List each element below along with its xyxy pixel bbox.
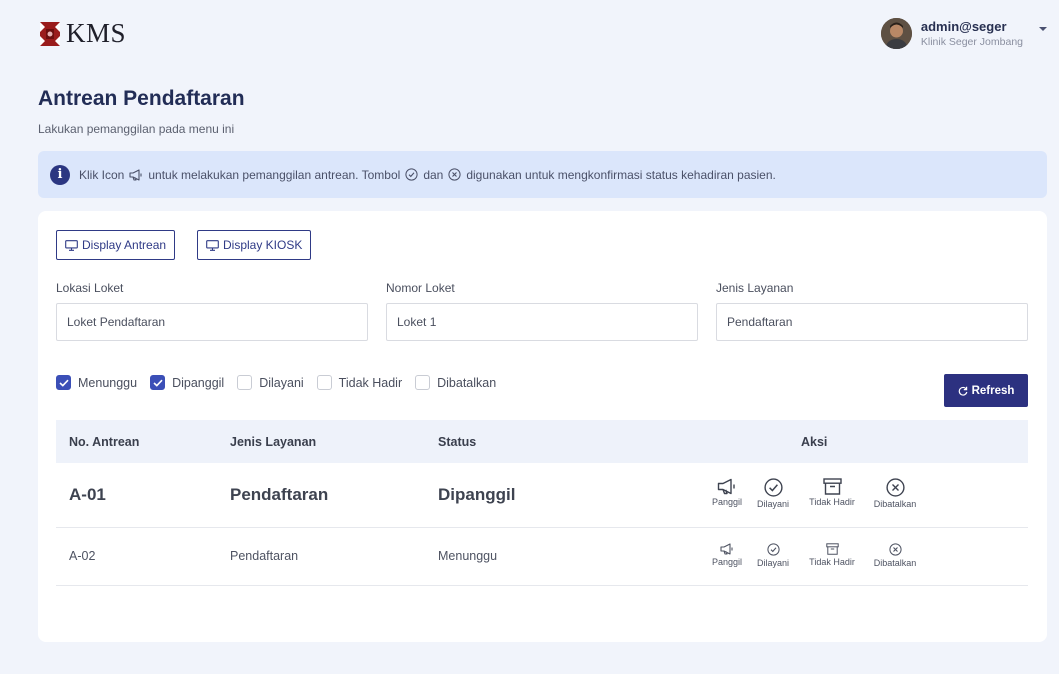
dibatalkan-button[interactable]: Dibatalkan bbox=[870, 478, 920, 509]
queue-status: Dipanggil bbox=[438, 485, 516, 504]
megaphone-icon bbox=[720, 543, 733, 555]
filter-dilayani[interactable]: Dilayani bbox=[237, 375, 304, 390]
check-circle-icon bbox=[766, 543, 780, 556]
brand-logo[interactable]: KMS bbox=[38, 18, 126, 49]
column-header-no: No. Antrean bbox=[69, 435, 140, 449]
checkbox-checked[interactable] bbox=[150, 375, 166, 390]
action-label: Tidak Hadir bbox=[809, 557, 855, 567]
info-text-1: Klik Icon bbox=[79, 167, 125, 182]
tidak-hadir-button[interactable]: Tidak Hadir bbox=[804, 478, 860, 507]
checkbox-unchecked[interactable] bbox=[237, 375, 253, 390]
check-circle-icon bbox=[763, 478, 783, 497]
panggil-button[interactable]: Panggil bbox=[707, 543, 747, 567]
page-subtitle: Lakukan pemanggilan pada menu ini bbox=[38, 122, 235, 136]
megaphone-icon bbox=[717, 478, 735, 495]
action-label: Panggil bbox=[711, 557, 743, 567]
service-type: Pendaftaran bbox=[230, 485, 329, 504]
filter-label: Dibatalkan bbox=[437, 375, 497, 390]
kms-logo-icon bbox=[40, 21, 60, 46]
table-row: A-01 Pendaftaran Dipanggil Panggil Dilay… bbox=[56, 463, 1028, 528]
table-header: No. Antrean Jenis Layanan Status Aksi bbox=[56, 420, 1028, 463]
filter-label: Menunggu bbox=[78, 375, 138, 390]
info-banner: i Klik Icon untuk melakukan pemanggilan … bbox=[38, 151, 1047, 198]
action-label: Dilayani bbox=[756, 558, 789, 568]
check-circle-icon bbox=[405, 168, 418, 181]
column-header-layanan: Jenis Layanan bbox=[230, 435, 317, 449]
action-label: Tidak Hadir bbox=[809, 497, 855, 507]
filter-dipanggil[interactable]: Dipanggil bbox=[150, 375, 224, 390]
checkbox-unchecked[interactable] bbox=[415, 375, 431, 390]
page-title: Antrean Pendaftaran bbox=[38, 87, 245, 110]
nomor-loket-label: Nomor Loket bbox=[386, 281, 455, 295]
archive-icon bbox=[822, 478, 842, 495]
queue-number: A-02 bbox=[69, 549, 96, 563]
display-antrean-button[interactable]: Display Antrean bbox=[56, 230, 176, 260]
column-header-aksi: Aksi bbox=[801, 435, 828, 449]
status-filters: Menunggu Dipanggil Dilayani Tidak Hadir … bbox=[56, 375, 509, 390]
table-row: A-02 Pendaftaran Menunggu Panggil Dilaya… bbox=[56, 528, 1028, 586]
dilayani-button[interactable]: Dilayani bbox=[754, 543, 792, 568]
x-circle-icon bbox=[888, 543, 902, 556]
column-header-status: Status bbox=[438, 435, 477, 449]
archive-icon bbox=[825, 543, 839, 555]
service-type: Pendaftaran bbox=[230, 549, 299, 563]
x-circle-icon bbox=[885, 478, 905, 497]
action-label: Panggil bbox=[711, 497, 743, 507]
dilayani-button[interactable]: Dilayani bbox=[754, 478, 792, 509]
info-text-4: digunakan untuk mengkonfirmasi status ke… bbox=[466, 167, 776, 182]
monitor-icon bbox=[206, 239, 219, 251]
megaphone-icon bbox=[129, 168, 143, 181]
dibatalkan-button[interactable]: Dibatalkan bbox=[870, 543, 920, 568]
avatar bbox=[880, 18, 912, 49]
nomor-loket-field[interactable] bbox=[386, 303, 698, 341]
checkbox-checked[interactable] bbox=[56, 375, 71, 390]
info-text-2: untuk melakukan pemanggilan antrean. Tom… bbox=[148, 167, 401, 182]
action-label: Dilayani bbox=[756, 499, 789, 509]
action-label: Dibatalkan bbox=[873, 558, 917, 568]
user-menu[interactable]: admin@seger Klinik Seger Jombang bbox=[880, 18, 1047, 49]
display-kiosk-button[interactable]: Display KIOSK bbox=[197, 230, 312, 260]
filter-tidak-hadir[interactable]: Tidak Hadir bbox=[316, 375, 403, 390]
lokasi-loket-label: Lokasi Loket bbox=[56, 281, 124, 295]
brand-name: KMS bbox=[66, 18, 127, 48]
filter-label: Dilayani bbox=[259, 375, 304, 390]
info-icon: i bbox=[50, 164, 70, 185]
queue-number: A-01 bbox=[69, 485, 106, 504]
jenis-layanan-label: Jenis Layanan bbox=[716, 281, 794, 295]
queue-status: Menunggu bbox=[438, 549, 498, 563]
filter-label: Dipanggil bbox=[172, 375, 225, 390]
user-name: admin@seger bbox=[920, 19, 1007, 34]
jenis-layanan-field[interactable] bbox=[716, 303, 1028, 341]
lokasi-loket-field[interactable] bbox=[56, 303, 368, 341]
filter-label: Tidak Hadir bbox=[338, 375, 403, 390]
checkbox-unchecked[interactable] bbox=[316, 375, 332, 390]
queue-card: Display Antrean Display KIOSK Lokasi Lok… bbox=[38, 211, 1047, 642]
user-organization: Klinik Seger Jombang bbox=[920, 36, 1023, 48]
refresh-label: Refresh bbox=[971, 384, 1015, 397]
monitor-icon bbox=[65, 239, 78, 251]
action-label: Dibatalkan bbox=[873, 499, 917, 509]
top-bar: KMS admin@seger Klinik Seger Jombang bbox=[0, 0, 1059, 70]
display-antrean-label: Display Antrean bbox=[82, 238, 167, 252]
filter-menunggu[interactable]: Menunggu bbox=[56, 375, 137, 390]
refresh-button[interactable]: Refresh bbox=[944, 374, 1028, 407]
filter-dibatalkan[interactable]: Dibatalkan bbox=[415, 375, 496, 390]
x-circle-icon bbox=[448, 168, 461, 181]
tidak-hadir-button[interactable]: Tidak Hadir bbox=[804, 543, 860, 567]
display-kiosk-label: Display KIOSK bbox=[223, 238, 303, 252]
info-text-3: dan bbox=[423, 167, 444, 182]
panggil-button[interactable]: Panggil bbox=[707, 478, 747, 507]
chevron-down-icon[interactable] bbox=[1039, 26, 1047, 31]
refresh-icon bbox=[958, 386, 967, 396]
